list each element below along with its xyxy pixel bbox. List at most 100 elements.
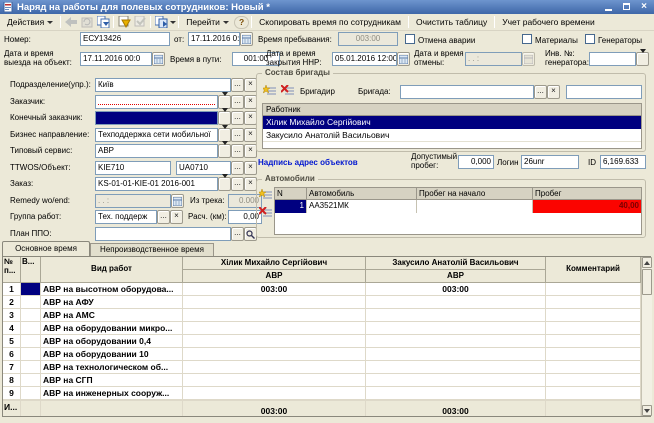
scroll-up-button[interactable] (642, 257, 652, 268)
departure-calendar-button[interactable] (152, 52, 165, 66)
end-customer-dropdown-button[interactable] (218, 111, 231, 125)
arrow-down-icon (644, 409, 650, 413)
service-select-button[interactable]: ... (231, 144, 244, 158)
table-row[interactable]: 3 АВР на АМС (3, 309, 641, 322)
copy-time-button[interactable]: Скопировать время по сотрудникам (254, 15, 406, 29)
help-button[interactable]: ? (234, 16, 249, 29)
chevron-down-icon[interactable] (170, 21, 176, 24)
brigade-label: Бригада: (358, 87, 391, 96)
close-nnr-calendar-button[interactable] (397, 52, 410, 66)
actions-menu-button[interactable]: Действия (2, 15, 58, 29)
department-select-button[interactable]: ... (231, 78, 244, 92)
order-select-button[interactable]: ... (231, 177, 244, 191)
table-row[interactable]: 8 АВР на СГП (3, 374, 641, 387)
table-row[interactable]: 6 АВР на оборудовании 10 (3, 348, 641, 361)
inv-generator-label: Инв. №: генератора: (545, 49, 589, 67)
table-row[interactable]: 7 АВР на технологическом об... (3, 361, 641, 374)
from-date-field[interactable]: 17.11.2016 0:00:00 (188, 32, 240, 46)
business-select-button[interactable]: ... (231, 128, 244, 142)
inv-generator-dropdown-button[interactable] (636, 52, 649, 66)
order-field[interactable]: KS-01-01-KIE-01 2016-001 (95, 177, 218, 191)
work-time-button[interactable]: Учет рабочего времени (497, 15, 600, 29)
car-row[interactable]: 1 АА3521МК 40,00 (275, 200, 641, 213)
close-button[interactable]: × (637, 1, 651, 12)
ppo-select-button[interactable]: ... (231, 227, 244, 241)
work-group-clear-button[interactable]: × (170, 210, 183, 224)
minimize-button[interactable] (601, 1, 615, 12)
required-marker (98, 104, 215, 105)
delete-worker-button[interactable] (281, 85, 295, 97)
goto-menu-button[interactable]: Перейти (181, 15, 234, 29)
transfer-button[interactable] (153, 15, 169, 30)
table-row[interactable]: 2 АВР на АФУ (3, 296, 641, 309)
department-field[interactable]: Київ (95, 78, 231, 92)
table-row[interactable]: 5 АВР на оборудовании 0,4 (3, 335, 641, 348)
remedy-calendar-button[interactable] (171, 194, 184, 208)
ttwos-object-field[interactable]: UA0710 (176, 161, 231, 175)
copy-record-button[interactable] (95, 15, 111, 30)
departure-date-field[interactable]: 17.11.2016 00:0 (80, 52, 152, 66)
maximize-button[interactable] (619, 1, 633, 12)
table-row[interactable]: 1 АВР на высотном оборудова... 003:00 00… (3, 283, 641, 296)
vertical-scrollbar[interactable] (641, 257, 652, 416)
scrollbar-thumb[interactable] (642, 269, 652, 295)
document-icon (3, 2, 13, 12)
ttwos-field[interactable]: KIE710 (95, 161, 171, 175)
work-group-select-button[interactable]: ... (157, 210, 170, 224)
ttwos-clear-button[interactable]: × (244, 161, 257, 175)
toolbar-separator (408, 16, 409, 28)
chevron-down-icon (640, 49, 646, 62)
service-dropdown-button[interactable] (218, 144, 231, 158)
table-row[interactable]: 4 АВР на оборудовании микро... (3, 322, 641, 335)
ttwos-select-button[interactable]: ... (231, 161, 244, 175)
scroll-down-button[interactable] (642, 405, 652, 416)
selected-cell[interactable] (21, 283, 41, 295)
tab-nonproductive-time[interactable]: Непроизводственное время (90, 243, 214, 256)
brigade-select-button[interactable]: ... (534, 85, 547, 99)
generators-checkbox[interactable] (585, 34, 595, 44)
tab-main-time[interactable]: Основное время (2, 241, 90, 256)
customer-label: Заказчик: (10, 97, 45, 106)
close-nnr-date-field[interactable]: 05.01.2016 12:00 (332, 52, 397, 66)
materials-label: Материалы (535, 36, 578, 45)
cancel-date-field: . . : (465, 52, 522, 66)
end-customer-field[interactable] (95, 111, 218, 125)
ppo-plan-field[interactable] (95, 227, 231, 241)
business-dropdown-button[interactable] (218, 128, 231, 142)
materials-checkbox[interactable] (522, 34, 532, 44)
end-customer-select-button[interactable]: ... (231, 111, 244, 125)
departure-label: Дата и время выезда на объект: (4, 49, 72, 67)
write-button[interactable] (116, 15, 132, 30)
inv-generator-field[interactable] (589, 52, 636, 66)
from-calendar-button[interactable] (240, 32, 253, 46)
address-objects-link[interactable]: Надпись адрес объектов (258, 158, 358, 167)
delete-car-button[interactable] (259, 207, 273, 219)
chevron-down-icon (222, 141, 228, 154)
add-worker-button[interactable] (263, 85, 277, 97)
order-dropdown-button[interactable] (218, 177, 231, 191)
cancel-accident-checkbox[interactable] (405, 34, 415, 44)
clear-table-button[interactable]: Очистить таблицу (411, 15, 492, 29)
brigade-extra-field[interactable] (566, 85, 642, 99)
id-field[interactable]: 6,169.633 (600, 155, 646, 169)
brigade-clear-button[interactable]: × (547, 85, 560, 99)
customer-field[interactable] (95, 95, 218, 109)
chevron-down-icon (222, 174, 228, 187)
customer-dropdown-button[interactable] (218, 95, 231, 109)
close-icon: × (641, 2, 647, 12)
business-field[interactable]: Техподдержка сети мобильної (95, 128, 218, 142)
number-field[interactable]: ЕСУ13426 (80, 32, 170, 46)
delete-row-icon (259, 207, 273, 219)
table-row[interactable]: 9 АВР на инженерных сооруж... (3, 387, 641, 400)
worker-row[interactable]: Закусило Анатолій Васильович (263, 129, 641, 142)
customer-select-button[interactable]: ... (231, 95, 244, 109)
work-group-field[interactable]: Тех. поддерж (95, 210, 157, 224)
worker-row[interactable]: Хілик Михайло Сергійович (263, 116, 641, 129)
service-field[interactable]: АВР (95, 144, 218, 158)
login-field[interactable]: 26unr (521, 155, 579, 169)
allowed-mileage-field[interactable]: 0,000 (458, 155, 494, 169)
calendar-icon (154, 55, 163, 64)
add-car-button[interactable] (259, 189, 273, 201)
brigade-field[interactable] (400, 85, 534, 99)
window-title: Наряд на работы для полевых сотрудников:… (17, 2, 270, 13)
